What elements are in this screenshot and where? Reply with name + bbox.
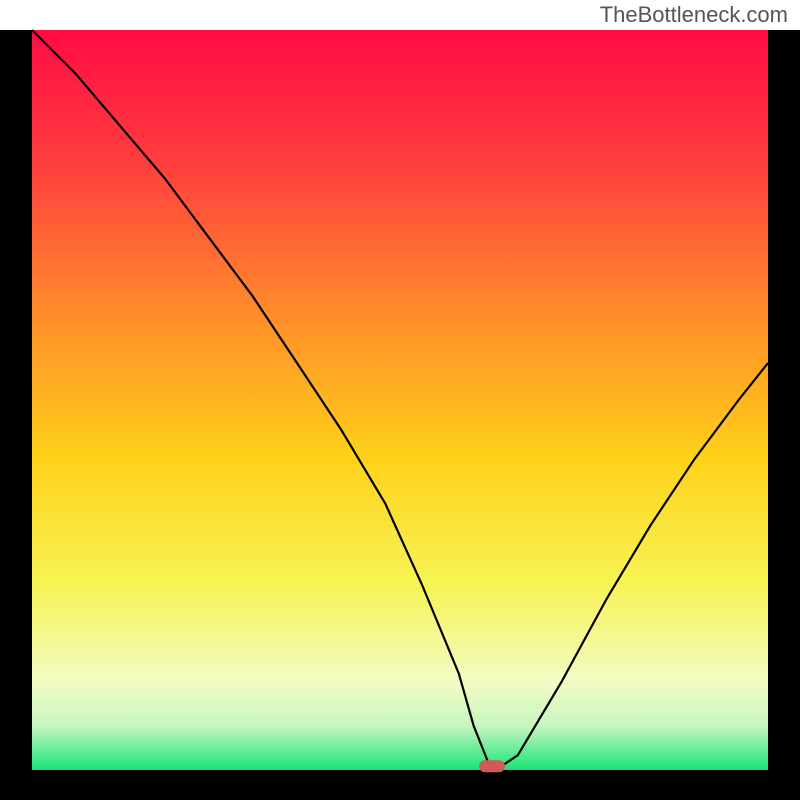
frame-right	[768, 30, 800, 800]
bottleneck-chart	[0, 0, 800, 800]
chart-container: TheBottleneck.com	[0, 0, 800, 800]
optimal-marker	[479, 760, 505, 772]
frame-left	[0, 30, 32, 800]
plot-background	[32, 30, 768, 770]
watermark-text: TheBottleneck.com	[600, 2, 788, 28]
frame-bottom	[0, 770, 800, 800]
